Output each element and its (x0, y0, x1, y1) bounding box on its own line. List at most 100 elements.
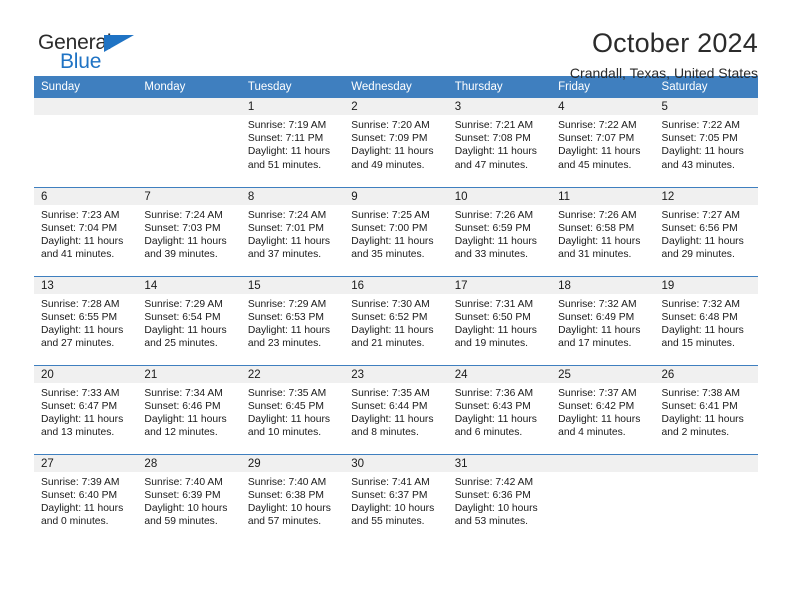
sunset-time: Sunset: 6:39 PM (144, 489, 221, 501)
daylight-duration-line2: and 17 minutes. (558, 338, 632, 350)
daylight-duration-line2: and 55 minutes. (351, 516, 425, 528)
day-number: 2 (344, 98, 448, 115)
calendar-day-cell[interactable]: 1 Sunrise: 7:19 AM Sunset: 7:11 PM Daylight… (240, 98, 345, 187)
daylight-duration-line2: and 47 minutes. (454, 159, 528, 171)
day-sun-info: Sunrise: 7:42 AM Sunset: 6:36 PM Daylight:… (448, 472, 551, 529)
sunset-time: Sunset: 6:40 PM (41, 489, 118, 501)
daylight-duration-line2: and 27 minutes. (41, 338, 115, 350)
calendar-day-cell[interactable]: 19 Sunrise: 7:32 AM Sunset: 6:48 PM Dayligh… (654, 275, 758, 365)
day-sun-info: Sunrise: 7:38 AM Sunset: 6:41 PM Daylight:… (655, 383, 758, 440)
day-number: 7 (137, 187, 241, 205)
day-number: 12 (654, 187, 758, 205)
day-sun-info: Sunrise: 7:27 AM Sunset: 6:56 PM Daylight:… (655, 205, 758, 262)
calendar-day-cell[interactable]: 31 Sunrise: 7:42 AM Sunset: 6:36 PM Dayligh… (447, 453, 552, 543)
calendar-day-cell[interactable]: 25 Sunrise: 7:37 AM Sunset: 6:42 PM Dayligh… (551, 364, 655, 454)
sunset-time: Sunset: 6:41 PM (661, 400, 738, 412)
daylight-duration-line2: and 21 minutes. (351, 338, 425, 350)
day-number: 11 (551, 187, 655, 205)
daylight-duration-line2: and 43 minutes. (661, 159, 735, 171)
calendar-day-cell[interactable]: 11 Sunrise: 7:26 AM Sunset: 6:58 PM Dayligh… (551, 186, 655, 276)
page-title: October 2024 (591, 28, 758, 58)
day-number: 18 (551, 276, 655, 294)
sunrise-time: Sunrise: 7:39 AM (41, 476, 120, 488)
calendar-day-cell[interactable]: 28 Sunrise: 7:40 AM Sunset: 6:39 PM Dayligh… (137, 453, 241, 543)
calendar-day-cell[interactable]: 5 Sunrise: 7:22 AM Sunset: 7:05 PM Daylight… (654, 98, 758, 187)
sunrise-time: Sunrise: 7:28 AM (41, 298, 120, 310)
daylight-duration-line1: Daylight: 11 hours (558, 413, 641, 425)
calendar-day-cell[interactable]: 30 Sunrise: 7:41 AM Sunset: 6:37 PM Dayligh… (344, 453, 448, 543)
calendar-day-cell-empty (34, 98, 138, 187)
sunset-time: Sunset: 6:52 PM (351, 311, 428, 323)
sunset-time: Sunset: 7:11 PM (247, 133, 324, 145)
calendar-day-cell[interactable]: 2 Sunrise: 7:20 AM Sunset: 7:09 PM Daylight… (344, 98, 448, 187)
day-number: 8 (240, 187, 345, 205)
weekday-header-monday: Monday (137, 76, 241, 98)
daylight-duration-line1: Daylight: 11 hours (661, 146, 744, 158)
day-sun-info: Sunrise: 7:19 AM Sunset: 7:11 PM Daylight:… (241, 115, 344, 172)
sunset-time: Sunset: 7:08 PM (454, 133, 531, 145)
calendar-day-cell[interactable]: 14 Sunrise: 7:29 AM Sunset: 6:54 PM Dayligh… (137, 275, 241, 365)
sunrise-time: Sunrise: 7:35 AM (351, 387, 430, 399)
calendar-day-cell[interactable]: 21 Sunrise: 7:34 AM Sunset: 6:46 PM Dayligh… (137, 364, 241, 454)
calendar-day-cell[interactable]: 15 Sunrise: 7:29 AM Sunset: 6:53 PM Dayligh… (240, 275, 345, 365)
calendar-day-cell[interactable]: 16 Sunrise: 7:30 AM Sunset: 6:52 PM Dayligh… (344, 275, 448, 365)
day-number (551, 454, 655, 472)
daylight-duration-line1: Daylight: 10 hours (247, 502, 331, 514)
calendar-day-cell[interactable]: 8 Sunrise: 7:24 AM Sunset: 7:01 PM Daylight… (240, 186, 345, 276)
calendar-day-cell[interactable]: 3 Sunrise: 7:21 AM Sunset: 7:08 PM Daylight… (447, 98, 552, 187)
calendar-day-cell[interactable]: 22 Sunrise: 7:35 AM Sunset: 6:45 PM Dayligh… (240, 364, 345, 454)
calendar-day-cell[interactable]: 13 Sunrise: 7:28 AM Sunset: 6:55 PM Dayligh… (34, 275, 138, 365)
calendar-day-cell[interactable]: 6 Sunrise: 7:23 AM Sunset: 7:04 PM Daylight… (34, 186, 138, 276)
calendar-day-cell[interactable]: 7 Sunrise: 7:24 AM Sunset: 7:03 PM Daylight… (137, 186, 241, 276)
sunset-time: Sunset: 6:44 PM (351, 400, 428, 412)
calendar-day-cell[interactable]: 20 Sunrise: 7:33 AM Sunset: 6:47 PM Dayligh… (34, 364, 138, 454)
sunset-time: Sunset: 6:38 PM (247, 489, 324, 501)
day-sun-info: Sunrise: 7:39 AM Sunset: 6:40 PM Daylight:… (34, 472, 137, 529)
calendar-week-row: 27 Sunrise: 7:39 AM Sunset: 6:40 PM Dayligh… (34, 453, 758, 543)
day-sun-info: Sunrise: 7:22 AM Sunset: 7:07 PM Daylight:… (551, 115, 654, 172)
sunrise-time: Sunrise: 7:24 AM (247, 209, 327, 221)
day-number: 19 (654, 276, 758, 294)
calendar-day-cell[interactable]: 26 Sunrise: 7:38 AM Sunset: 6:41 PM Dayligh… (654, 364, 758, 454)
sunset-time: Sunset: 6:45 PM (247, 400, 324, 412)
calendar-day-cell[interactable]: 9 Sunrise: 7:25 AM Sunset: 7:00 PM Daylight… (344, 186, 448, 276)
daylight-duration-line2: and 8 minutes. (351, 427, 419, 439)
calendar-day-cell[interactable]: 18 Sunrise: 7:32 AM Sunset: 6:49 PM Dayligh… (551, 275, 655, 365)
daylight-duration-line2: and 49 minutes. (351, 159, 425, 171)
day-number (34, 98, 138, 115)
day-number (137, 98, 241, 115)
calendar-day-cell[interactable]: 23 Sunrise: 7:35 AM Sunset: 6:44 PM Dayligh… (344, 364, 448, 454)
day-sun-info: Sunrise: 7:28 AM Sunset: 6:55 PM Daylight:… (34, 294, 137, 351)
day-number: 28 (137, 454, 241, 472)
calendar-day-cell[interactable]: 12 Sunrise: 7:27 AM Sunset: 6:56 PM Dayligh… (654, 186, 758, 276)
day-number: 13 (34, 276, 138, 294)
day-sun-info: Sunrise: 7:25 AM Sunset: 7:00 PM Daylight:… (344, 205, 447, 262)
day-number: 30 (344, 454, 448, 472)
day-number: 5 (654, 98, 758, 115)
daylight-duration-line2: and 35 minutes. (351, 249, 425, 261)
triangle-icon (104, 35, 134, 52)
calendar-day-cell[interactable]: 29 Sunrise: 7:40 AM Sunset: 6:38 PM Dayligh… (240, 453, 345, 543)
day-sun-info: Sunrise: 7:35 AM Sunset: 6:45 PM Daylight:… (241, 383, 344, 440)
day-number: 31 (447, 454, 552, 472)
sunrise-time: Sunrise: 7:23 AM (41, 209, 120, 221)
calendar-day-cell[interactable]: 27 Sunrise: 7:39 AM Sunset: 6:40 PM Dayligh… (34, 453, 138, 543)
calendar-day-cell[interactable]: 10 Sunrise: 7:26 AM Sunset: 6:59 PM Dayligh… (447, 186, 552, 276)
day-sun-info: Sunrise: 7:26 AM Sunset: 6:59 PM Daylight:… (448, 205, 551, 262)
day-number: 15 (240, 276, 345, 294)
calendar-day-cell[interactable]: 17 Sunrise: 7:31 AM Sunset: 6:50 PM Dayligh… (447, 275, 552, 365)
day-number: 16 (344, 276, 448, 294)
sunset-time: Sunset: 6:50 PM (454, 311, 531, 323)
sunset-time: Sunset: 6:46 PM (144, 400, 221, 412)
sunset-time: Sunset: 6:47 PM (41, 400, 118, 412)
daylight-duration-line2: and 31 minutes. (558, 249, 632, 261)
calendar-day-cell[interactable]: 24 Sunrise: 7:36 AM Sunset: 6:43 PM Dayligh… (447, 364, 552, 454)
sunset-time: Sunset: 6:49 PM (558, 311, 635, 323)
calendar-week-row: 1 Sunrise: 7:19 AM Sunset: 7:11 PM Daylight… (34, 98, 758, 187)
calendar-page: General Blue October 2024 Crandall, Texa… (0, 0, 792, 612)
calendar-day-cell[interactable]: 4 Sunrise: 7:22 AM Sunset: 7:07 PM Daylight… (551, 98, 655, 187)
daylight-duration-line2: and 15 minutes. (661, 338, 735, 350)
daylight-duration-line2: and 0 minutes. (41, 516, 109, 528)
sunrise-sunset-calendar-table: Sunday Monday Tuesday Wednesday Thursday… (34, 76, 758, 543)
sunset-time: Sunset: 7:09 PM (351, 133, 428, 145)
